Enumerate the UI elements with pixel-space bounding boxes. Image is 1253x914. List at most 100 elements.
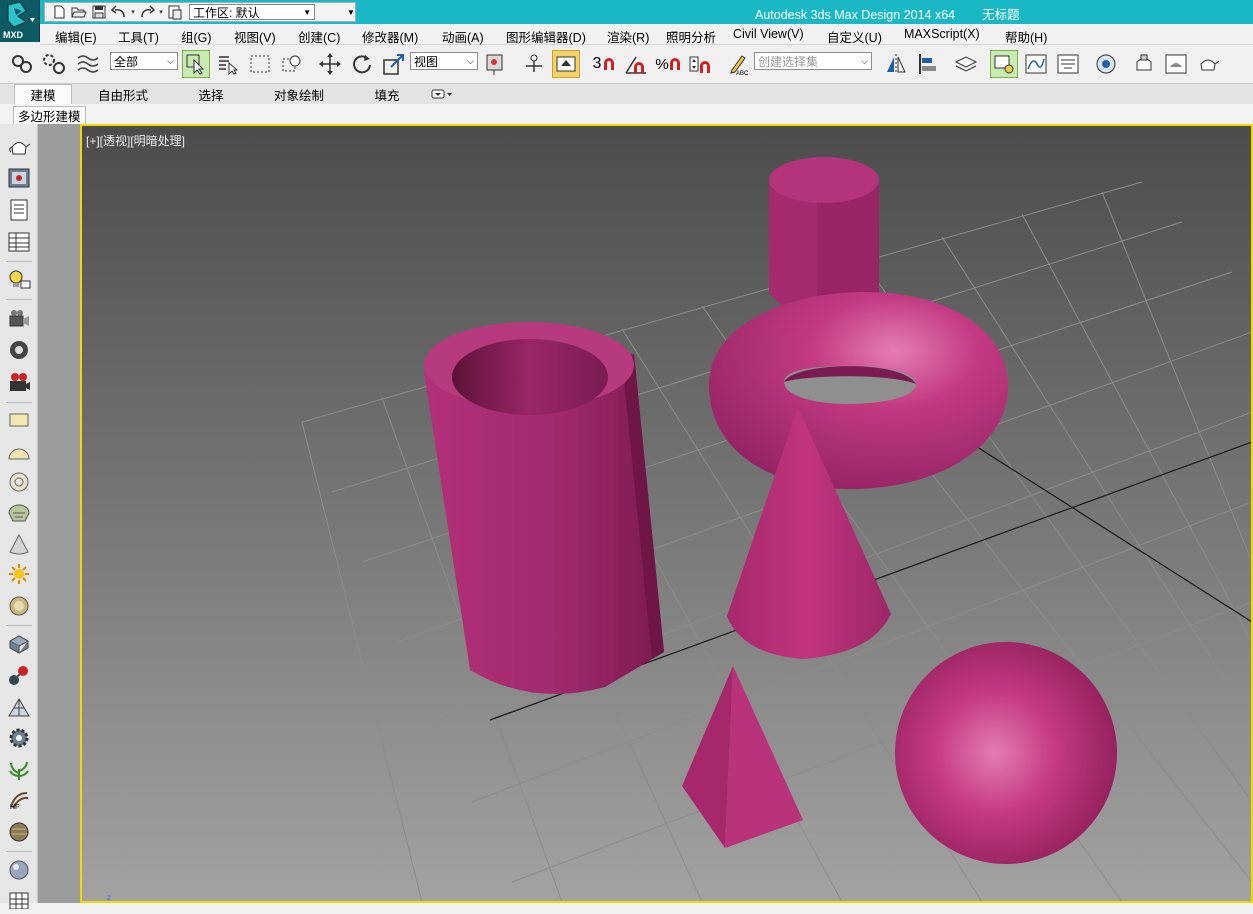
workspace-dropdown[interactable]: 工作区: 默认 ▼ [189,4,315,20]
material-editor-button[interactable] [1092,50,1120,78]
menu-graph-editors[interactable]: 图形编辑器(D) [506,27,586,46]
foliage-button[interactable] [5,756,33,784]
rectangular-selection-button[interactable] [246,50,274,78]
tab-freeform[interactable]: 自由形式 [86,84,160,104]
spinner-snap-icon [689,56,710,73]
ribbon-options-dropdown[interactable] [428,84,456,104]
render-production-button[interactable] [1194,50,1222,78]
light-list-button[interactable] [5,266,33,294]
texture-button[interactable] [5,818,33,846]
menu-civil-view[interactable]: Civil View(V) [733,27,804,41]
edit-named-selection-button[interactable]: ABC [724,50,752,78]
save-button[interactable] [89,3,109,21]
sun-button[interactable] [5,560,33,588]
rendered-frame-window-button[interactable] [1162,50,1190,78]
speaker-button[interactable] [5,336,33,364]
layer-manager-button[interactable] [952,50,980,78]
select-and-rotate-button[interactable] [348,50,376,78]
reference-coordinate-dropdown[interactable]: 视图 ⌵ [410,52,478,70]
cone-button[interactable] [5,530,33,558]
render-setup-button[interactable] [1130,50,1158,78]
menu-maxscript[interactable]: MAXScript(X) [904,27,980,41]
torus-button[interactable] [5,468,33,496]
angle-snap-icon [625,56,646,74]
keyboard-shortcut-override-button[interactable] [552,50,580,78]
qat-customize-icon[interactable]: ▼ [345,3,357,21]
named-selection-set-dropdown[interactable]: 创建选择集 ⌵ [754,52,872,70]
percent-snap-button[interactable]: % [654,50,682,78]
undo-dropdown-icon[interactable]: ▾ [129,8,137,16]
tab-populate[interactable]: 填充 [360,84,414,104]
tab-selection[interactable]: 选择 [184,84,238,104]
window-crossing-button[interactable] [278,50,306,78]
menu-animation[interactable]: 动画(A) [442,27,484,46]
menu-create[interactable]: 创建(C) [298,27,340,46]
viewport-button[interactable] [5,164,33,192]
pivot-center-button[interactable] [482,50,510,78]
scene-explorer-button[interactable] [5,694,33,722]
teapot-button[interactable] [5,132,33,160]
film-camera-button[interactable] [5,368,33,396]
sphere-button[interactable] [5,592,33,620]
menu-help[interactable]: 帮助(H) [1005,27,1047,46]
menu-tools[interactable]: 工具(T) [118,27,159,46]
dynamics-button[interactable] [5,662,33,690]
undo-button[interactable] [109,3,129,21]
tab-object-paint[interactable]: 对象绘制 [262,84,336,104]
tab-modeling[interactable]: 建模 [14,84,72,104]
angle-snap-button[interactable] [622,50,650,78]
settings-button[interactable] [5,724,33,752]
select-and-manipulate-button[interactable] [520,50,548,78]
table-button[interactable] [5,228,33,256]
schematic-view-button[interactable] [1054,50,1082,78]
chevron-down-icon: ⌵ [861,55,868,66]
hair-fur-button[interactable]: HF [5,786,33,814]
menu-lighting-analysis[interactable]: 照明分析 [666,27,716,46]
camera-button[interactable] [5,304,33,332]
geosphere-button[interactable] [5,500,33,528]
select-and-link-button[interactable] [8,50,36,78]
redo-button[interactable] [137,3,157,21]
viewport-label[interactable]: [+][透视][明暗处理] [86,132,185,149]
particle-button[interactable] [5,630,33,658]
select-by-name-button[interactable] [214,50,242,78]
layers-icon [954,56,978,72]
grid-button[interactable] [5,886,33,914]
hemisphere-button[interactable] [5,438,33,466]
panel-polygon-modeling[interactable]: 多边形建模 [13,106,86,125]
tab-label: 自由形式 [97,88,148,103]
menu-customize[interactable]: 自定义(U) [827,27,882,46]
new-button[interactable] [49,3,69,21]
application-button[interactable]: MXD [0,0,40,42]
graphite-modeling-tools-button[interactable] [990,50,1018,78]
mirror-button[interactable] [882,50,910,78]
object-list-button[interactable] [5,196,33,224]
select-and-move-button[interactable] [316,50,344,78]
unlink-selection-button[interactable] [40,50,68,78]
snaps-toggle-button[interactable]: 3 [590,50,618,78]
unlink-icon [43,54,65,74]
perspective-viewport[interactable]: [+][透视][明暗处理] z [80,124,1253,903]
spinner-snap-button[interactable] [686,50,714,78]
select-and-scale-button[interactable] [380,50,408,78]
chevron-down-icon: ⌵ [167,55,174,66]
torus-object[interactable] [709,292,1008,489]
plane-button[interactable] [5,406,33,434]
select-object-button[interactable] [182,50,210,78]
open-button[interactable] [69,3,89,21]
align-button[interactable] [914,50,942,78]
menu-modifiers[interactable]: 修改器(M) [362,27,418,46]
title-bar: MXD ▾ ▾ 工作区: 默认 ▼ ▼ Autodesk 3ds Max Des… [0,0,1253,42]
menu-views[interactable]: 视图(V) [234,27,276,46]
material-sphere-button[interactable] [5,856,33,884]
curve-editor-button[interactable] [1022,50,1050,78]
menu-edit[interactable]: 编辑(E) [55,27,97,46]
bind-to-space-warp-button[interactable] [74,50,102,78]
menu-rendering[interactable]: 渲染(R) [607,27,649,46]
torus-icon [9,472,29,492]
redo-dropdown-icon[interactable]: ▾ [157,8,165,16]
sphere-object[interactable] [895,642,1117,864]
menu-group[interactable]: 组(G) [181,27,212,46]
selection-filter-dropdown[interactable]: 全部 ⌵ [110,52,178,70]
project-folder-button[interactable] [165,3,185,21]
